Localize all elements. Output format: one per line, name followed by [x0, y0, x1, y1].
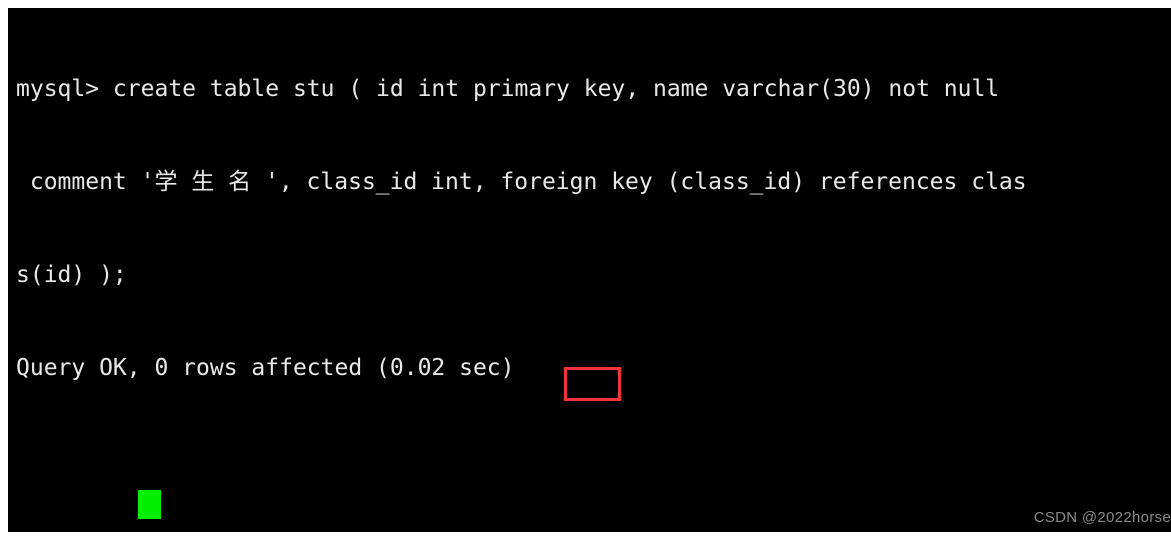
page-root: mysql> create table stu ( id int primary… — [0, 0, 1171, 540]
terminal-window[interactable]: mysql> create table stu ( id int primary… — [8, 8, 1171, 532]
terminal-cursor — [138, 490, 161, 519]
terminal-line: mysql> create table stu ( id int primary… — [16, 76, 1000, 102]
csdn-watermark: CSDN @2022horse — [1033, 509, 1171, 526]
terminal-line: comment '学 生 名 ', class_id int, foreign … — [16, 169, 1027, 195]
terminal-line: s(id) ); — [16, 262, 127, 288]
terminal-line: Query OK, 0 rows affected (0.02 sec) — [16, 355, 515, 381]
terminal-screen[interactable]: mysql> create table stu ( id int primary… — [16, 12, 1171, 532]
